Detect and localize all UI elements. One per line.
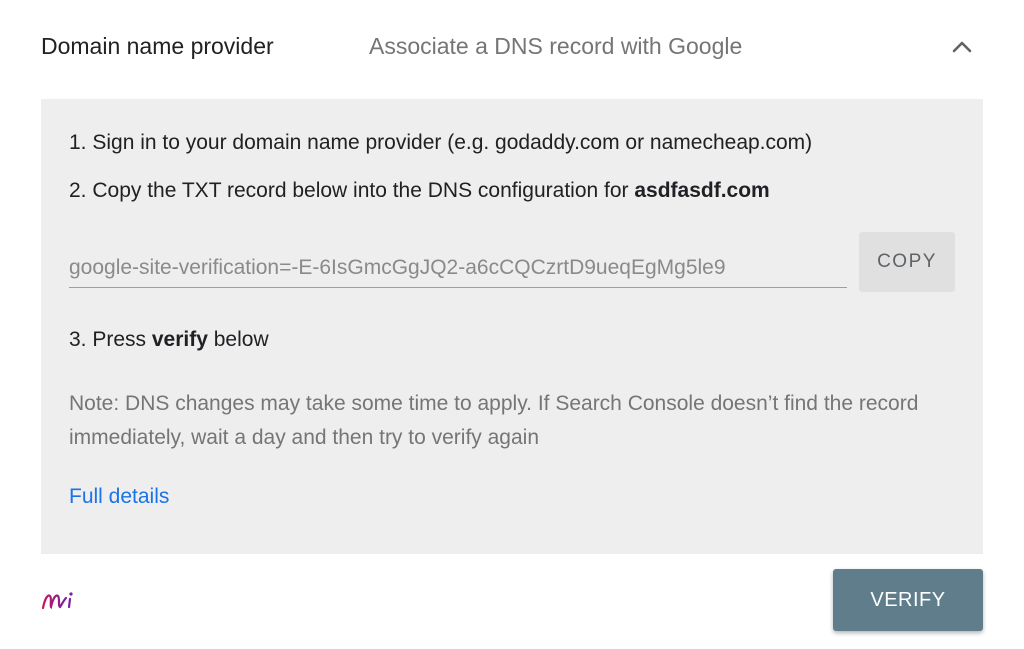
app-logo-icon	[40, 586, 80, 614]
chevron-up-icon[interactable]	[945, 30, 979, 64]
step-2: 2. Copy the TXT record below into the DN…	[69, 179, 770, 203]
step-2-domain: asdfasdf.com	[634, 179, 770, 202]
step-3-prefix: 3. Press	[69, 328, 152, 351]
txt-record-field[interactable]	[69, 249, 847, 288]
copy-button[interactable]: COPY	[859, 232, 955, 292]
step-3-suffix: below	[207, 328, 269, 351]
dns-note: Note: DNS changes may take some time to …	[69, 392, 919, 449]
step-3: 3. Press verify below	[69, 328, 269, 352]
txt-record-input[interactable]	[69, 249, 847, 287]
dns-verification-page: Domain name provider Associate a DNS rec…	[0, 0, 1024, 649]
verify-button[interactable]: VERIFY	[833, 569, 983, 631]
step-1: 1. Sign in to your domain name provider …	[69, 131, 813, 154]
section-title: Domain name provider	[41, 33, 274, 59]
step-2-text: 2. Copy the TXT record below into the DN…	[69, 179, 635, 202]
step-3-verify-word: verify	[151, 328, 208, 351]
section-header[interactable]: Domain name provider Associate a DNS rec…	[41, 0, 983, 96]
instructions-panel: 1. Sign in to your domain name provider …	[41, 99, 983, 554]
full-details-link[interactable]: Full details	[69, 485, 169, 509]
section-subtitle: Associate a DNS record with Google	[369, 33, 743, 59]
